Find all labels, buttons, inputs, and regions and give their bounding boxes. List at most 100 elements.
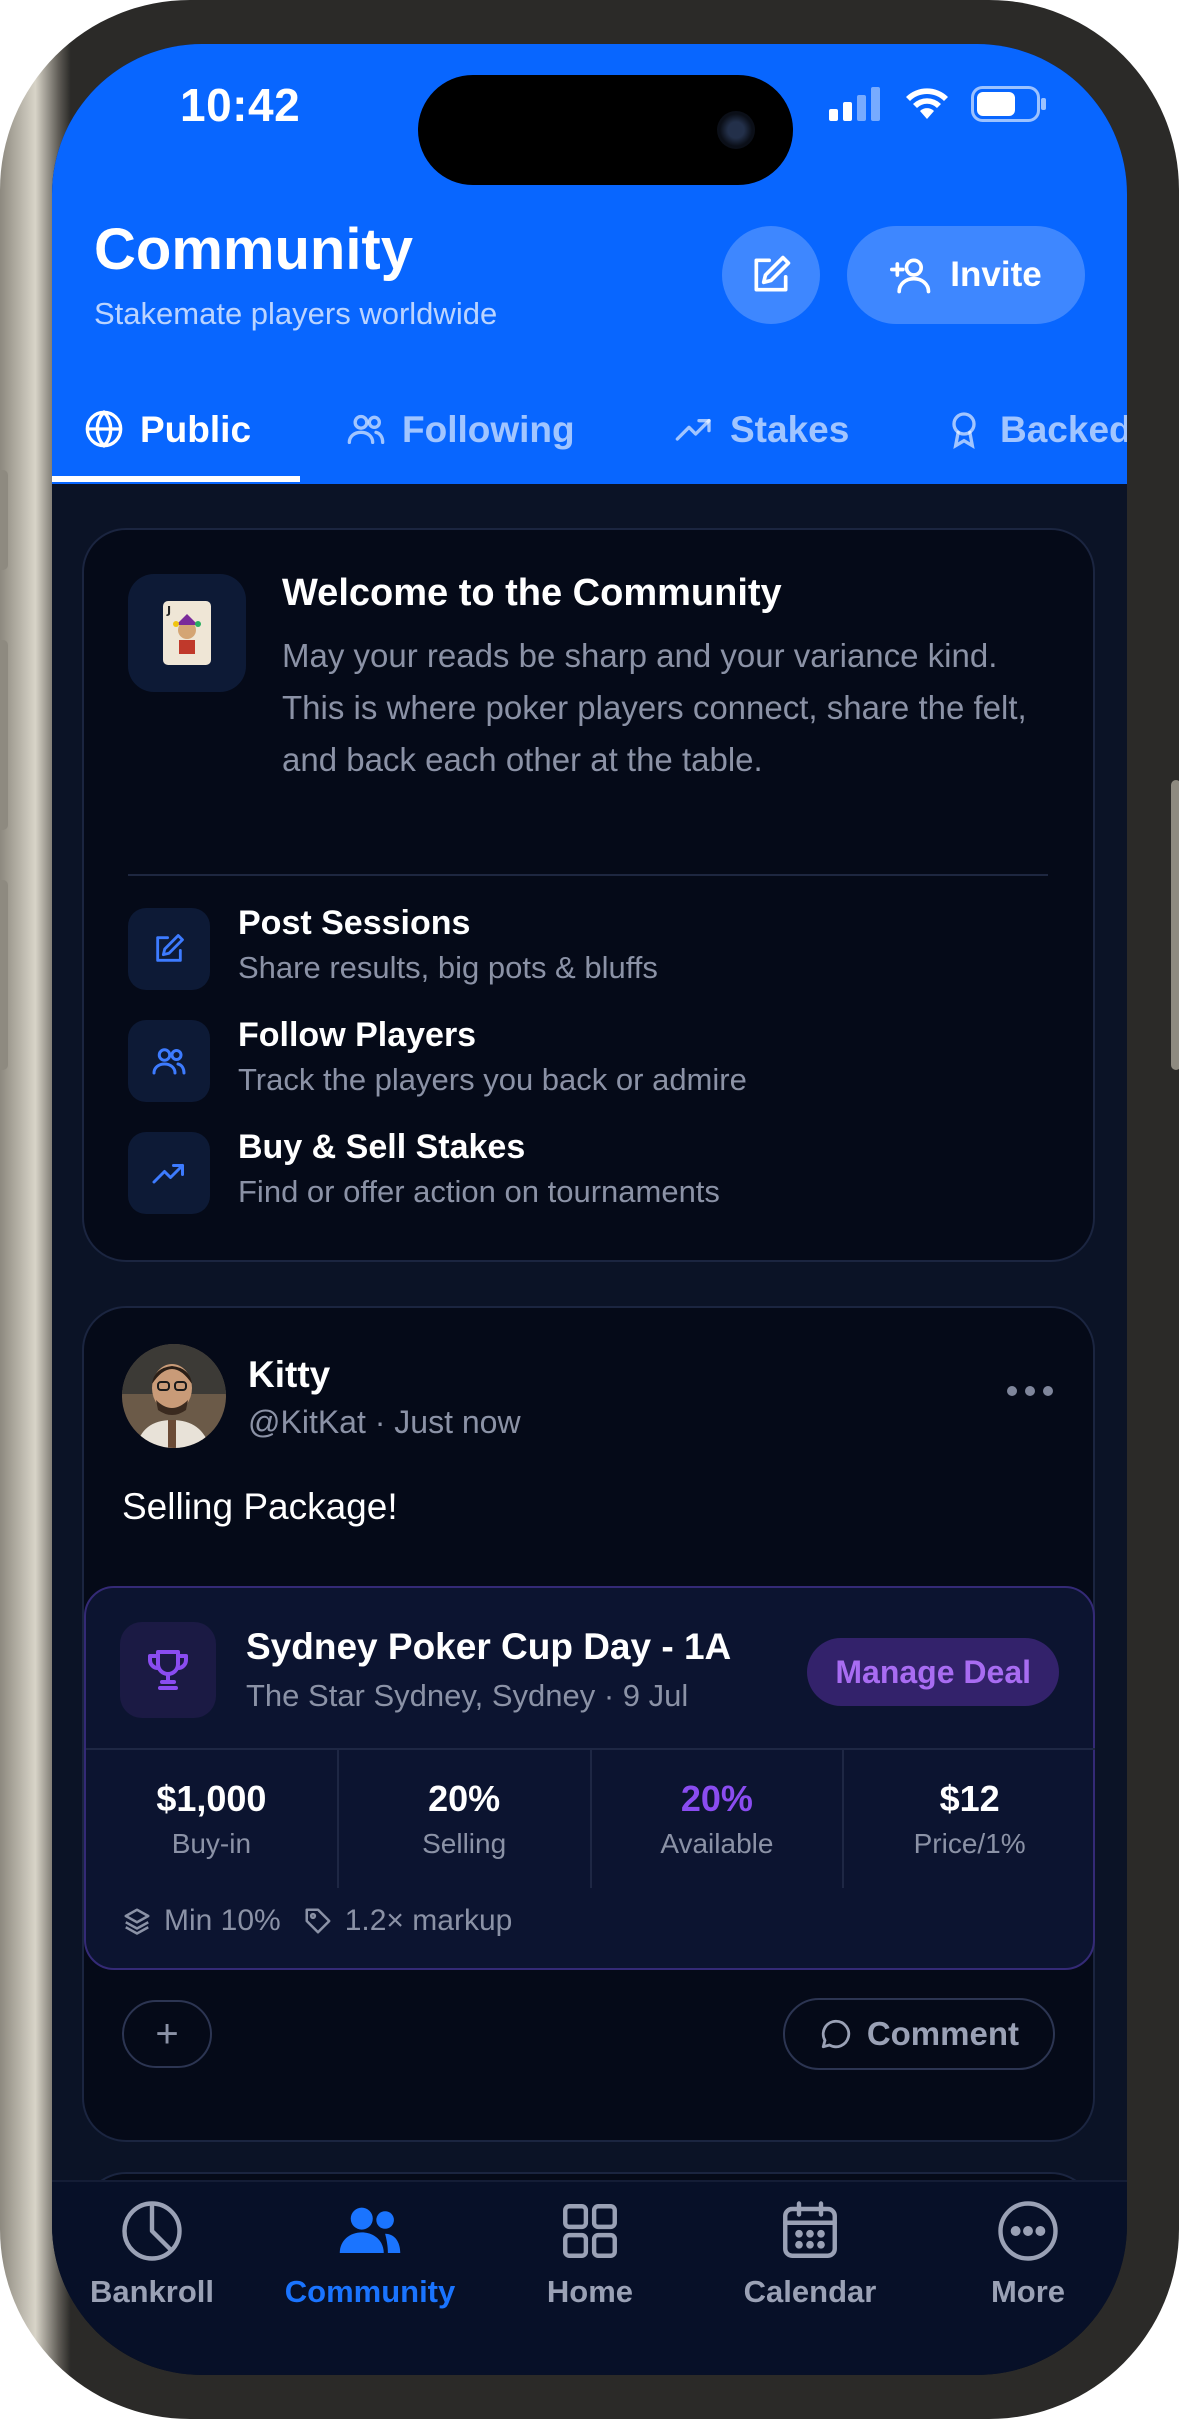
side-button bbox=[1171, 780, 1179, 1070]
stat-value: 20% bbox=[428, 1778, 501, 1819]
min-stake: Min 10% bbox=[164, 1904, 281, 1937]
avatar[interactable] bbox=[122, 1344, 226, 1448]
comment-icon bbox=[821, 2019, 850, 2049]
deal-subtitle: The Star Sydney, Sydney · 9 Jul bbox=[246, 1678, 689, 1713]
page-title: Community bbox=[94, 217, 413, 282]
svg-text:J: J bbox=[166, 604, 171, 617]
post-author[interactable]: Kitty bbox=[248, 1354, 330, 1396]
comment-button[interactable]: Comment bbox=[782, 1998, 1055, 2070]
calendar-icon bbox=[783, 2201, 837, 2258]
post-card: Kitty @KitKat · Just now Selling Package… bbox=[82, 1306, 1095, 2142]
feature-follow-players: Follow Players Track the players you bac… bbox=[128, 1016, 1028, 1106]
feature-title: Post Sessions bbox=[238, 904, 471, 942]
trophy-icon bbox=[120, 1622, 216, 1718]
playing-card-icon: J bbox=[128, 574, 246, 692]
tab-stakes[interactable]: Stakes bbox=[674, 399, 849, 484]
tab-label: More bbox=[990, 2274, 1066, 2309]
trending-up-icon bbox=[675, 419, 711, 441]
stat-value: 20% bbox=[680, 1778, 753, 1819]
tab-bar-top: Public Following Stakes Backed bbox=[52, 399, 1127, 484]
pie-chart-icon bbox=[122, 2201, 182, 2261]
signal-icon bbox=[829, 87, 880, 121]
header: 10:42 Community Stakemate players worldw… bbox=[52, 44, 1127, 484]
user-plus-icon bbox=[890, 258, 931, 294]
tab-label: Calendar bbox=[743, 2274, 877, 2309]
stat-label: Price/1% bbox=[913, 1828, 1026, 1859]
tab-calendar[interactable]: Calendar bbox=[700, 2198, 920, 2310]
globe-icon bbox=[85, 409, 123, 449]
more-options-button[interactable] bbox=[1007, 1386, 1053, 1396]
welcome-body: May your reads be sharp and your varianc… bbox=[282, 637, 1027, 778]
feature-title: Follow Players bbox=[238, 1016, 477, 1054]
deal-stats: $1,000 Buy-in 20% Selling 20% Available … bbox=[86, 1748, 1095, 1888]
status-time: 10:42 bbox=[180, 79, 301, 131]
tab-label: Stakes bbox=[730, 409, 850, 450]
feature-subtitle: Track the players you back or admire bbox=[238, 1062, 747, 1097]
tab-label: Public bbox=[140, 409, 252, 450]
tab-label: Community bbox=[284, 2274, 456, 2309]
battery-icon bbox=[971, 86, 1046, 122]
stat-price: $12 Price/1% bbox=[844, 1750, 1095, 1888]
dot bbox=[1007, 1386, 1017, 1396]
users-icon bbox=[128, 1020, 210, 1102]
side-button bbox=[0, 470, 8, 570]
feature-subtitle: Find or offer action on tournaments bbox=[238, 1174, 720, 1209]
stat-available: 20% Available bbox=[592, 1750, 845, 1888]
tag-icon bbox=[305, 1908, 331, 1934]
plus-icon: + bbox=[155, 2011, 179, 2056]
tab-following[interactable]: Following bbox=[346, 399, 575, 484]
tab-home[interactable]: Home bbox=[480, 2198, 700, 2310]
page-subtitle: Stakemate players worldwide bbox=[94, 296, 498, 331]
camera-icon bbox=[717, 111, 755, 149]
tab-label: Backed bbox=[1000, 409, 1127, 450]
tab-active-indicator bbox=[52, 476, 300, 482]
side-button bbox=[0, 640, 8, 830]
bottom-tab-bar: Bankroll Community Home Calendar More bbox=[52, 2180, 1127, 2375]
add-reaction-button[interactable]: + bbox=[122, 2000, 212, 2068]
feature-title: Buy & Sell Stakes bbox=[238, 1128, 526, 1166]
stat-selling: 20% Selling bbox=[339, 1750, 592, 1888]
grid-icon bbox=[563, 2204, 617, 2258]
feature-stakes: Buy & Sell Stakes Find or offer action o… bbox=[128, 1128, 1028, 1218]
welcome-card: J Welcome to the Community May your read… bbox=[82, 528, 1095, 1262]
status-icons bbox=[829, 86, 1047, 122]
more-icon bbox=[998, 2201, 1058, 2261]
dynamic-island bbox=[418, 75, 793, 185]
side-button bbox=[0, 880, 8, 1070]
manage-deal-button[interactable]: Manage Deal bbox=[807, 1638, 1059, 1706]
invite-label: Invite bbox=[950, 255, 1042, 294]
trending-up-icon bbox=[128, 1132, 210, 1214]
award-icon bbox=[952, 412, 976, 449]
stat-value: $1,000 bbox=[156, 1778, 267, 1819]
users-icon bbox=[347, 414, 385, 444]
edit-icon bbox=[754, 255, 791, 292]
feature-post-sessions: Post Sessions Share results, big pots & … bbox=[128, 904, 1028, 994]
comment-label: Comment bbox=[866, 2015, 1019, 2052]
stat-label: Buy-in bbox=[171, 1828, 252, 1859]
tab-public[interactable]: Public bbox=[84, 399, 251, 484]
tab-community[interactable]: Community bbox=[260, 2198, 480, 2310]
tab-backed[interactable]: Backed bbox=[944, 399, 1127, 484]
screen: 10:42 Community Stakemate players worldw… bbox=[52, 44, 1127, 2375]
new-post-button[interactable] bbox=[722, 226, 820, 324]
users-icon bbox=[339, 2207, 401, 2253]
divider bbox=[128, 874, 1048, 876]
tab-bankroll[interactable]: Bankroll bbox=[52, 2198, 262, 2310]
tab-label: Bankroll bbox=[89, 2274, 215, 2309]
edit-icon bbox=[128, 908, 210, 990]
stake-deal-card[interactable]: Sydney Poker Cup Day - 1A The Star Sydne… bbox=[84, 1586, 1095, 1970]
dot bbox=[1043, 1386, 1053, 1396]
feature-subtitle: Share results, big pots & bluffs bbox=[238, 950, 658, 985]
markup: 1.2× markup bbox=[344, 1904, 513, 1937]
post-text: Selling Package! bbox=[122, 1486, 398, 1527]
deal-footer: Min 10% 1.2× markup bbox=[122, 1904, 512, 1938]
stat-label: Selling bbox=[422, 1828, 507, 1859]
deal-title: Sydney Poker Cup Day - 1A bbox=[246, 1626, 732, 1667]
layers-icon bbox=[124, 1908, 150, 1935]
invite-button[interactable]: Invite bbox=[847, 226, 1085, 324]
dot bbox=[1025, 1386, 1035, 1396]
tab-more[interactable]: More bbox=[918, 2198, 1127, 2310]
stat-value: $12 bbox=[939, 1778, 1000, 1819]
post-meta: @KitKat · Just now bbox=[248, 1404, 521, 1440]
tab-label: Home bbox=[546, 2274, 634, 2309]
